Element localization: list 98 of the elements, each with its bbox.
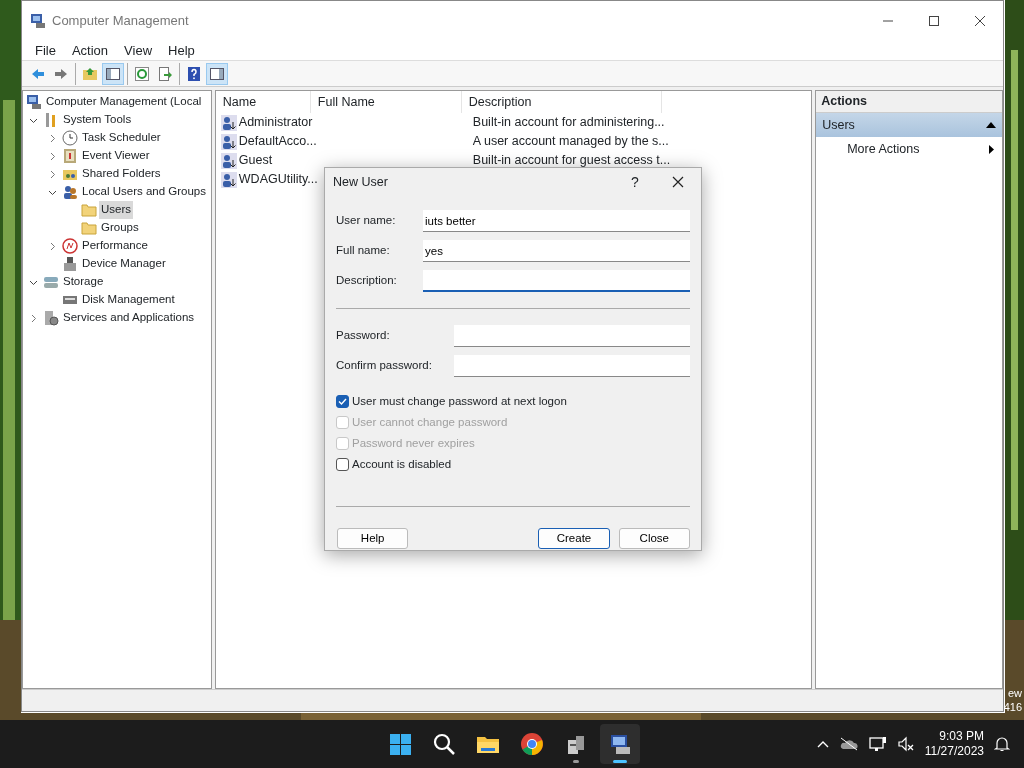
storage-icon (43, 274, 59, 290)
column-header[interactable]: Name (215, 91, 311, 113)
clock-date[interactable]: 11/27/2023 (924, 744, 984, 759)
checkbox-label: Account is disabled (352, 456, 452, 472)
help-icon (186, 65, 202, 82)
collapse-icon[interactable] (986, 122, 996, 128)
app-icon (30, 13, 46, 29)
tree-item[interactable]: Task Scheduler (80, 129, 163, 147)
user-name[interactable]: WDAGUtility... (238, 170, 318, 189)
folder-icon (81, 220, 97, 236)
tree-item[interactable]: System Tools (61, 111, 134, 129)
chevron-right-icon[interactable] (29, 313, 38, 323)
input-field[interactable]: yes (423, 240, 690, 262)
speaker-muted-icon[interactable] (896, 736, 915, 752)
clock-time[interactable]: 9:03 PM (939, 729, 984, 744)
bell-icon[interactable] (994, 736, 1010, 752)
section-title[interactable]: Users (822, 115, 855, 135)
column-header[interactable]: Description (461, 91, 662, 113)
toolbar-button[interactable] (102, 62, 124, 85)
input-field[interactable] (454, 325, 690, 347)
chevron-up-icon[interactable] (816, 740, 829, 748)
input-field[interactable]: iuts better (423, 210, 690, 232)
event-log-icon (62, 148, 78, 164)
tree-item[interactable]: Local Users and Groups (80, 183, 208, 201)
dialog-button[interactable]: Close (618, 528, 690, 549)
maximize-icon[interactable] (928, 15, 940, 27)
user-icon (220, 171, 237, 188)
chevron-right-icon[interactable] (48, 151, 57, 161)
actions-header: Actions (816, 91, 1002, 113)
folder-icon (82, 65, 98, 82)
cloud-icon[interactable] (838, 737, 859, 751)
dialog-button[interactable]: Help (337, 528, 409, 549)
gauge-icon (62, 238, 78, 254)
user-name[interactable]: Administrator (238, 113, 313, 132)
checkbox-label: Password never expires (352, 435, 475, 451)
checkbox-label: User cannot change password (352, 414, 508, 430)
menu-item[interactable]: View (116, 40, 161, 61)
window-title: Computer Management (52, 12, 189, 31)
user-icon (220, 133, 237, 150)
chevron-right-icon[interactable] (48, 133, 57, 143)
pane-icon (105, 65, 121, 82)
tree-item[interactable]: Performance (80, 237, 150, 255)
taskbar-button[interactable] (600, 724, 640, 764)
tree-item[interactable]: Users (99, 201, 134, 219)
chevron-right-icon[interactable] (48, 169, 57, 179)
search-icon (432, 732, 456, 756)
user-description: Built-in account for administering... (471, 114, 665, 132)
user-description: Built-in account for guest access t... (471, 152, 671, 170)
user-icon (220, 152, 237, 169)
browser-icon (520, 732, 544, 756)
start-icon (388, 732, 412, 756)
device-icon (62, 256, 78, 272)
field-label: Password: (336, 328, 391, 344)
column-header[interactable]: Full Name (310, 91, 462, 113)
checkbox-label: User must change password at next logon (352, 393, 567, 409)
close-icon[interactable] (672, 176, 684, 188)
checkbox[interactable] (336, 458, 349, 471)
computer-icon (26, 94, 42, 110)
dialog-title: New User (333, 173, 388, 191)
field-label: Description: (336, 273, 398, 289)
user-name[interactable]: DefaultAcco... (238, 132, 317, 151)
users-icon (62, 184, 78, 200)
dialog-button[interactable]: Create (538, 528, 610, 549)
services-icon (43, 310, 59, 326)
menu-item[interactable]: File (27, 40, 64, 61)
help-button[interactable]: ? (615, 171, 655, 193)
toolbar-button[interactable] (206, 62, 228, 85)
user-description: A user account managed by the s... (471, 133, 669, 151)
action-link[interactable]: More Actions (847, 139, 920, 159)
tree-item[interactable]: Storage (61, 273, 106, 291)
chevron-right-icon[interactable] (48, 241, 57, 251)
tree-item[interactable]: Computer Management (Local (44, 93, 204, 111)
computer-icon (608, 732, 632, 756)
export-icon (157, 65, 173, 82)
tree-item[interactable]: Device Manager (80, 255, 168, 273)
user-icon (220, 114, 237, 131)
clock-icon (62, 130, 78, 146)
close-icon[interactable] (974, 15, 986, 27)
refresh-icon (134, 65, 150, 82)
menu-item[interactable]: Help (160, 40, 203, 61)
tree-item[interactable]: Groups (99, 219, 141, 237)
checkbox[interactable] (336, 395, 349, 408)
tree-item[interactable]: Shared Folders (80, 165, 163, 183)
field-label: User name: (336, 213, 397, 229)
pane-icon (209, 65, 225, 82)
tree-item[interactable]: Disk Management (80, 291, 177, 309)
field-label: Confirm password: (336, 358, 433, 374)
menu-item[interactable]: Action (63, 40, 117, 61)
input-field[interactable] (423, 270, 690, 292)
field-label: Full name: (336, 243, 391, 259)
network-icon[interactable] (868, 736, 887, 752)
submenu-arrow-icon (989, 144, 994, 154)
tree-item[interactable]: Services and Applications (61, 309, 197, 327)
user-name[interactable]: Guest (238, 151, 273, 170)
check-icon (338, 397, 347, 406)
folder-icon (81, 202, 97, 218)
input-field[interactable] (454, 355, 690, 377)
tree-item[interactable]: Event Viewer (80, 147, 152, 165)
